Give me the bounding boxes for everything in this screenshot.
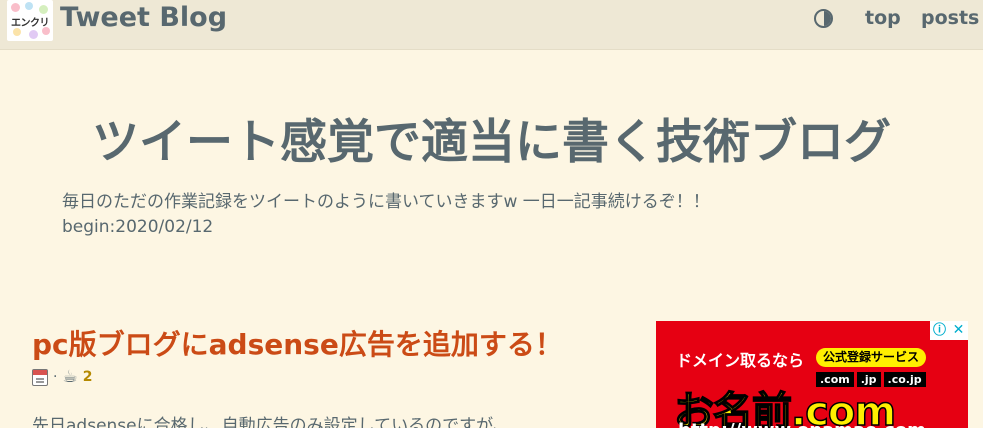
coffee-cup-icon: ☕: [62, 366, 78, 387]
advertisement-banner[interactable]: ⓘ ✕ ドメイン取るなら 公式登録サービス .com .jp .co.jp お名…: [656, 321, 968, 428]
logo-dot: [13, 28, 21, 36]
post-excerpt: 先日adsenseに合格し、自動広告のみ設定しているのですが、: [32, 416, 510, 428]
ad-headline: ドメイン取るなら: [676, 351, 805, 370]
nav-link-posts[interactable]: posts: [921, 5, 979, 31]
ad-close-icon[interactable]: ✕: [949, 321, 968, 340]
meta-separator: ·: [53, 369, 58, 385]
logo-dot: [25, 2, 33, 10]
logo-dot: [11, 3, 20, 12]
site-title[interactable]: Tweet Blog: [60, 0, 227, 38]
blog-hero-title: ツイート感覚で適当に書く技術ブログ: [92, 115, 891, 170]
reading-time-count: 2: [82, 369, 93, 385]
nav-link-top[interactable]: top: [865, 5, 901, 31]
half-circle-contrast-icon[interactable]: [814, 9, 833, 28]
ad-badge: 公式登録サービス: [816, 348, 927, 367]
ad-info-icon[interactable]: ⓘ: [930, 321, 949, 340]
blog-description-line: 毎日のただの作業記録をツイートのように書いていきますw 一日一記事続けるぞ！！: [62, 192, 710, 212]
site-logo[interactable]: エンクリ: [7, 0, 53, 41]
calendar-icon: [32, 368, 48, 386]
post-title-link[interactable]: pc版ブログにadsense広告を追加する！: [32, 323, 563, 363]
blog-description: 毎日のただの作業記録をツイートのように書いていきますw 一日一記事続けるぞ！！ …: [62, 190, 862, 240]
site-header: エンクリ Tweet Blog top posts: [0, 0, 983, 50]
logo-dot: [39, 5, 48, 14]
blog-begin-date: begin:2020/02/12: [62, 217, 214, 237]
logo-dot: [29, 30, 38, 39]
post-meta: · ☕ 2: [32, 366, 92, 388]
ad-url: http://www.onamae.com: [678, 420, 926, 428]
logo-text: エンクリ: [11, 18, 50, 29]
